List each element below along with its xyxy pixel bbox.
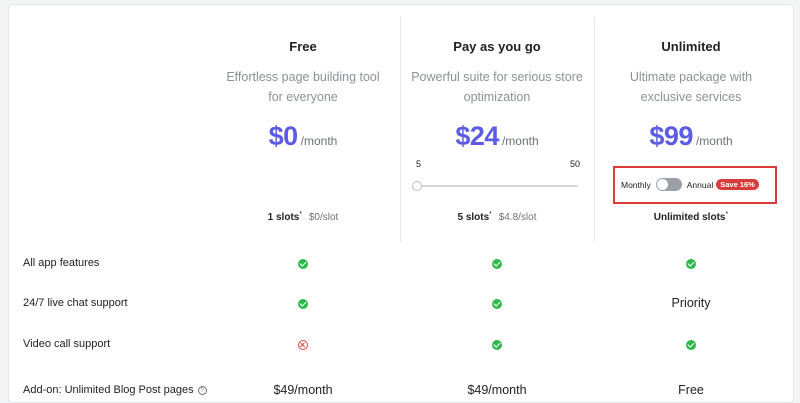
price-amount: $99 [649,121,693,151]
feature-label: Video call support [23,338,111,350]
plan-slots: Unlimited slots* [653,211,729,223]
plan-price: $0 /month [206,121,400,152]
check-icon [298,298,308,309]
feature-label: 24/7 live chat support [23,297,128,309]
check-icon [492,339,502,350]
plan-name: Unlimited [661,39,721,54]
feature-value [206,293,400,313]
slot-price: $0/slot [308,212,339,223]
cross-icon [298,339,308,350]
slider-min-label: 5 [416,159,422,169]
plan-name: Free [289,39,317,54]
price-amount: $24 [455,121,499,151]
feature-value [206,253,400,273]
feature-value-text: Free [678,383,704,397]
feature-row: Add-on: Unlimited Blog Post pages? $49/m… [9,380,793,400]
plan-pay-as-you-go: Pay as you go Powerful suite for serious… [400,5,594,245]
slot-price: $4.8/slot [498,212,537,223]
feature-value [594,334,788,354]
feature-value [594,253,788,273]
feature-value [400,293,594,313]
plan-unlimited: Unlimited Ultimate package with exclusiv… [594,5,788,245]
plan-description: Ultimate package with exclusive services [629,70,753,104]
plan-price: $24 /month [400,121,594,152]
monthly-label[interactable]: Monthly [621,180,651,190]
annual-label[interactable]: Annual [687,180,713,190]
feature-value [400,253,594,273]
price-amount: $0 [268,121,299,151]
slider-max-label: 50 [569,159,580,169]
price-period: /month [501,134,539,148]
billing-switch[interactable] [655,178,682,191]
feature-value [400,334,594,354]
check-icon [492,258,502,269]
plan-slots: 1 slots* $0/slot [267,211,339,223]
feature-value-text: $49/month [273,383,333,397]
price-period: /month [695,134,733,148]
feature-row: All app features [9,253,793,273]
pricing-table: Free Effortless page building tool for e… [8,4,794,403]
feature-row: Video call support [9,334,793,354]
feature-value-text: $49/month [467,383,527,397]
plan-description: Powerful suite for serious store optimiz… [411,70,583,104]
feature-label: All app features [23,257,100,269]
plan-price: $99 /month [594,121,788,152]
check-icon [686,339,696,350]
save-badge: Save 16% [716,179,759,190]
billing-period-toggle: Monthly Annual Save 16% [613,166,777,204]
check-icon [298,258,308,269]
switch-knob [656,179,668,190]
plan-name: Pay as you go [453,39,541,54]
plan-slots: 5 slots* $4.8/slot [457,211,537,223]
feature-row: 24/7 live chat support Priority [9,293,793,313]
price-period: /month [300,134,338,148]
feature-value [206,334,400,354]
slots-slider-track[interactable] [418,185,578,187]
feature-value-text: Priority [671,296,711,310]
plan-free: Free Effortless page building tool for e… [206,5,400,245]
feature-label: Add-on: Unlimited Blog Post pages? [23,380,207,400]
plan-description: Effortless page building tool for everyo… [226,70,380,104]
slots-slider-thumb[interactable] [412,181,422,191]
check-icon [686,258,696,269]
check-icon [492,298,502,309]
